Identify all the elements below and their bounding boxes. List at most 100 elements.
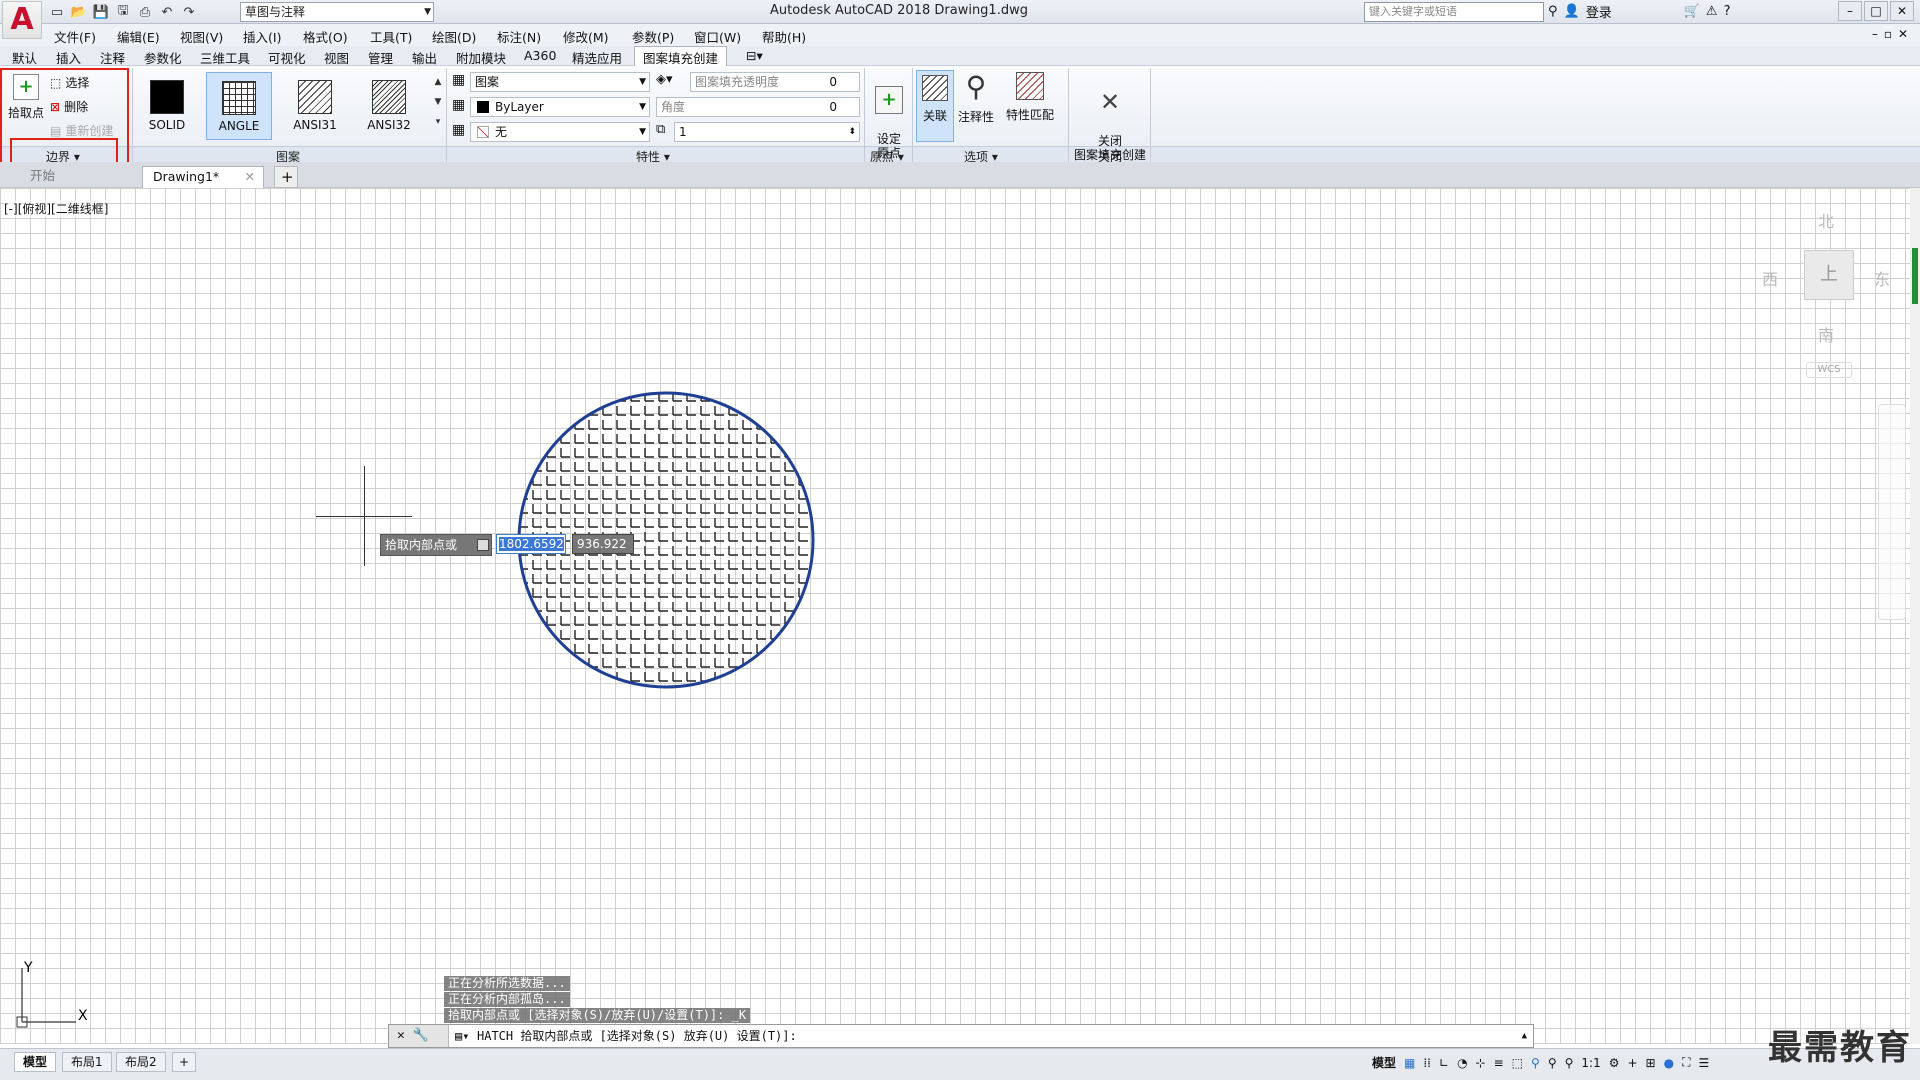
doc-tab-drawing1[interactable]: Drawing1* ✕	[142, 166, 264, 188]
tab-view[interactable]: 视图	[324, 48, 349, 67]
minimize-button[interactable]: –	[1838, 1, 1862, 21]
dynamic-input-y[interactable]: 936.922	[572, 534, 634, 554]
new-tab-button[interactable]: +	[274, 166, 298, 188]
pattern-ansi32[interactable]: ANSI32	[356, 72, 422, 140]
viewcube-east[interactable]: 东	[1874, 266, 1890, 290]
annotation-scale-value[interactable]: 1:1	[1581, 1056, 1600, 1070]
binoculars-icon[interactable]: ⚲	[1548, 4, 1558, 19]
menu-view[interactable]: 视图(V)	[180, 27, 223, 46]
close-command-icon[interactable]: ✕	[397, 1028, 405, 1043]
pattern-ansi31[interactable]: ANSI31	[282, 72, 348, 140]
osnap-icon[interactable]: ⊹	[1476, 1056, 1486, 1070]
layout-tab-layout1[interactable]: 布局1	[62, 1052, 112, 1072]
menu-window[interactable]: 窗口(W)	[694, 27, 741, 46]
layout-tab-model[interactable]: 模型	[14, 1052, 57, 1072]
new-file-icon[interactable]: ▭	[48, 3, 66, 21]
annotative-button[interactable]: ⚲ 注释性	[956, 72, 996, 125]
redo-icon[interactable]: ↷	[180, 3, 198, 21]
mdi-window-controls[interactable]: –▫✕	[1872, 27, 1914, 41]
tab-3d-tools[interactable]: 三维工具	[200, 48, 250, 67]
tab-addins[interactable]: 附加模块	[456, 48, 506, 67]
cart-icon[interactable]: 🛒	[1684, 4, 1700, 19]
ribbon-toggle-icon[interactable]: ⊟▾	[746, 48, 763, 63]
annotation-visibility-icon[interactable]: ⚲	[1531, 1056, 1540, 1070]
drawing-canvas[interactable]	[0, 188, 1910, 1044]
menu-dimension[interactable]: 标注(N)	[497, 27, 541, 46]
close-button[interactable]: ✕	[1890, 1, 1914, 21]
hatch-color-select[interactable]: ByLayer ▼	[470, 97, 650, 117]
plus-icon[interactable]: +	[1627, 1056, 1637, 1070]
viewcube-north[interactable]: 北	[1818, 208, 1834, 232]
transparency-icon[interactable]: ◈▾	[656, 72, 673, 87]
annotation-scale-icon[interactable]: ⚲	[1565, 1056, 1574, 1070]
a360-icon[interactable]: ⚠	[1706, 4, 1718, 19]
login-link[interactable]: 登录	[1586, 2, 1612, 21]
transparency-field[interactable]: 图案填充透明度 0	[690, 72, 860, 92]
viewport-controls-label[interactable]: [-][俯视][二维线框]	[4, 200, 109, 217]
fullscreen-icon[interactable]: ⛶	[1682, 1055, 1690, 1070]
search-input[interactable]: 键入关键字或短语	[1364, 2, 1544, 22]
autocad-logo-icon[interactable]: A	[2, 1, 42, 39]
selection-cycle-icon[interactable]: ⬚	[1512, 1056, 1523, 1070]
lineweight-icon[interactable]: ≡	[1494, 1056, 1504, 1070]
tab-default[interactable]: 默认	[12, 48, 37, 67]
snap-icon[interactable]: ⁞⁞	[1423, 1056, 1431, 1070]
pattern-angle[interactable]: ANGLE	[206, 72, 272, 140]
close-tab-icon[interactable]: ✕	[245, 167, 255, 187]
user-icon[interactable]: 👤	[1564, 4, 1580, 19]
command-line[interactable]: ✕ 🔧 ▤▾ HATCH 拾取内部点或 [选择对象(S) 放弃(U) 设置(T)…	[388, 1024, 1534, 1048]
tab-a360[interactable]: A360	[524, 48, 556, 63]
match-properties-button[interactable]: 特性匹配	[1002, 72, 1058, 123]
close-hatch-creation-button[interactable]: ✕ 关闭 图案填充创建	[1074, 74, 1146, 162]
dynamic-input-x[interactable]: 1802.6592	[496, 534, 566, 554]
hatch-type-select[interactable]: 图案 ▼	[470, 72, 650, 92]
command-line-grip[interactable]: ✕ 🔧	[389, 1025, 449, 1047]
grid-icon[interactable]: ▦	[1404, 1056, 1415, 1070]
customize-icon[interactable]: 🔧	[413, 1028, 429, 1043]
wcs-menu[interactable]: WCS	[1806, 362, 1852, 378]
viewcube-top-face[interactable]: 上	[1804, 250, 1854, 300]
tab-hatch-creation[interactable]: 图案填充创建	[634, 46, 728, 67]
units-icon[interactable]: ⊞	[1646, 1056, 1656, 1070]
dynamic-options-icon[interactable]	[477, 539, 489, 551]
menu-file[interactable]: 文件(F)	[54, 27, 96, 46]
polar-icon[interactable]: ◔	[1457, 1056, 1467, 1070]
set-origin-button[interactable]: + 设定 原点	[868, 72, 910, 160]
customize-status-icon[interactable]: ☰	[1699, 1056, 1710, 1070]
workspace-gear-icon[interactable]: ⚙	[1609, 1056, 1620, 1070]
workspace-select[interactable]: 草图与注释 ▼	[240, 2, 434, 22]
tab-visualize[interactable]: 可视化	[268, 48, 306, 67]
isolate-icon[interactable]: ●	[1664, 1056, 1674, 1070]
pattern-solid[interactable]: SOLID	[134, 72, 200, 140]
open-file-icon[interactable]: 📂	[70, 3, 88, 21]
pattern-scroll[interactable]: ▲ ▼ ▾	[432, 72, 444, 142]
save-icon[interactable]: 💾	[92, 3, 110, 21]
tab-manage[interactable]: 管理	[368, 48, 393, 67]
print-icon[interactable]: ⎙	[136, 3, 154, 21]
menu-tools[interactable]: 工具(T)	[370, 27, 412, 46]
save-as-icon[interactable]: 🖫	[114, 3, 132, 21]
maximize-button[interactable]: □	[1864, 1, 1888, 21]
tab-annotate[interactable]: 注释	[100, 48, 125, 67]
viewcube-west[interactable]: 西	[1762, 266, 1778, 290]
command-prompt-icon[interactable]: ▤▾	[455, 1025, 469, 1047]
associative-button[interactable]: 关联	[916, 70, 954, 142]
undo-icon[interactable]: ↶	[158, 3, 176, 21]
menu-modify[interactable]: 修改(M)	[563, 27, 609, 46]
viewcube-south[interactable]: 南	[1818, 322, 1834, 346]
model-space-button[interactable]: 模型	[1372, 1054, 1396, 1071]
annotation-scale-auto-icon[interactable]: ⚲	[1548, 1056, 1557, 1070]
background-color-select[interactable]: 无 ▼	[470, 122, 650, 142]
ortho-icon[interactable]: ∟	[1439, 1056, 1449, 1070]
navigation-bar[interactable]	[1878, 404, 1906, 620]
tab-parametric[interactable]: 参数化	[144, 48, 182, 67]
tab-output[interactable]: 输出	[412, 48, 437, 67]
menu-format[interactable]: 格式(O)	[303, 27, 348, 46]
add-layout-button[interactable]: +	[172, 1052, 197, 1072]
scroll-thumb[interactable]	[1912, 248, 1918, 304]
angle-field[interactable]: 角度 0	[656, 97, 860, 117]
scale-field[interactable]: 1 ⬍	[674, 122, 860, 142]
vertical-scrollbar[interactable]	[1910, 188, 1920, 1044]
tab-insert[interactable]: 插入	[56, 48, 81, 67]
menu-draw[interactable]: 绘图(D)	[432, 27, 476, 46]
